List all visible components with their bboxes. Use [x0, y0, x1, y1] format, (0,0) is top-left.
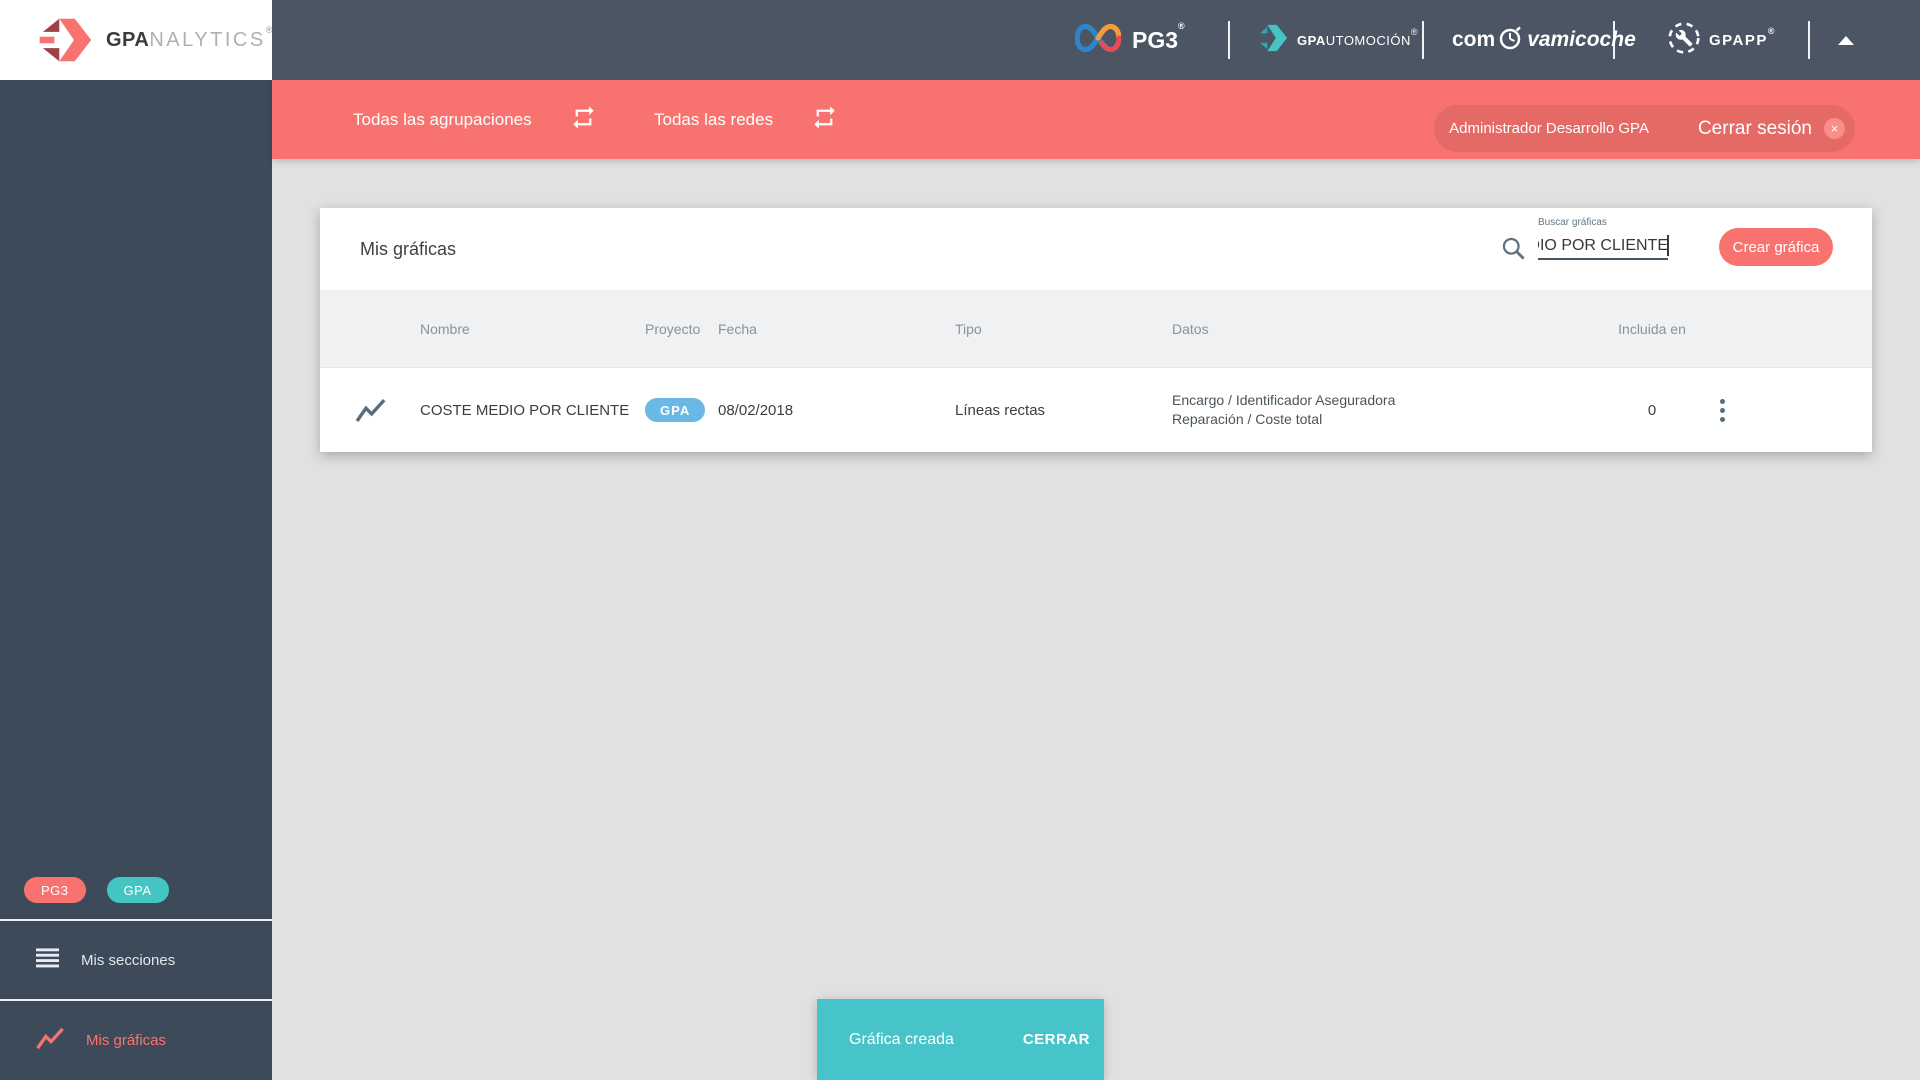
- collapse-topbar-button[interactable]: [1832, 30, 1860, 50]
- stopwatch-icon: [1499, 24, 1523, 57]
- row-menu-kebab-icon[interactable]: [1720, 398, 1740, 422]
- toast-close-button[interactable]: CERRAR: [1023, 1031, 1090, 1048]
- row-tipo: Líneas rectas: [955, 401, 1046, 419]
- gpautomocion-label: GPAUTOMOCIÓN®: [1297, 26, 1419, 48]
- sidebar-item-mis-secciones[interactable]: Mis secciones: [0, 921, 272, 999]
- col-header-nombre: Nombre: [420, 320, 470, 337]
- line-chart-icon: [355, 398, 386, 423]
- topbar-separator: [1808, 21, 1810, 59]
- topbar-separator: [1228, 21, 1230, 59]
- sidebar-badges: PG3 GPA: [24, 877, 169, 903]
- badge-gpa[interactable]: GPA: [106, 877, 169, 903]
- app-logo[interactable]: GPANALYTICS®: [0, 0, 272, 80]
- col-header-tipo: Tipo: [955, 320, 982, 337]
- badge-pg3[interactable]: PG3: [24, 877, 86, 903]
- brand-gpautomocion[interactable]: GPAUTOMOCIÓN®: [1258, 0, 1418, 80]
- comovamicoche-label-post: vamicoche: [1527, 28, 1636, 51]
- row-fecha: 08/02/2018: [718, 401, 794, 419]
- col-header-proyecto: Proyecto: [645, 320, 701, 337]
- line-chart-icon: [36, 1027, 64, 1054]
- comovamicoche-label-pre: com: [1452, 28, 1496, 51]
- menu-icon: [36, 948, 59, 972]
- page-title: Mis gráficas: [360, 238, 457, 259]
- toast-message: Gráfica creada: [849, 1030, 954, 1048]
- gpanalytics-wordmark: GPANALYTICS®: [106, 24, 273, 51]
- col-header-incluida-en: Incluida en: [1618, 320, 1686, 337]
- create-chart-button[interactable]: Crear gráfica: [1719, 228, 1833, 266]
- filter-groupings-label: Todas las agrupaciones: [353, 109, 532, 129]
- topbar-separator: [1422, 21, 1424, 59]
- col-header-fecha: Fecha: [718, 320, 757, 337]
- gpapp-label: GPAPP®: [1709, 25, 1777, 49]
- col-header-datos: Datos: [1172, 320, 1209, 337]
- logout-button[interactable]: Cerrar sesión: [1698, 118, 1812, 140]
- filter-groupings[interactable]: Todas las agrupaciones: [353, 80, 597, 159]
- row-incluida-en: 0: [1647, 401, 1657, 419]
- card-header: Mis gráficas Buscar gráficas COSTE MEDIO…: [320, 208, 1872, 290]
- sidebar-item-label: Mis secciones: [81, 951, 176, 969]
- row-nombre: COSTE MEDIO POR CLIENTE: [420, 401, 630, 419]
- sidebar-item-mis-graficas[interactable]: Mis gráficas: [0, 1001, 272, 1079]
- row-datos: Encargo / Identificador Aseguradora Repa…: [1172, 392, 1396, 427]
- row-proyecto-badge: GPA: [645, 398, 706, 422]
- logout-close-icon[interactable]: ×: [1824, 118, 1845, 139]
- pg3-infinity-icon: [1074, 22, 1122, 59]
- gpautomocion-arrow-icon: [1258, 23, 1288, 58]
- filter-networks[interactable]: Todas las redes: [654, 80, 838, 159]
- swap-icon[interactable]: [570, 104, 597, 136]
- brand-comovamicoche[interactable]: com vamicoche: [1452, 0, 1636, 80]
- user-session-pill: Administrador Desarrollo GPA Cerrar sesi…: [1434, 105, 1855, 152]
- table-row[interactable]: COSTE MEDIO POR CLIENTE GPA 08/02/2018 L…: [320, 368, 1872, 452]
- search-input-value: COSTE MEDIO POR CLIENTE: [1538, 237, 1668, 254]
- search-icon[interactable]: [1500, 235, 1527, 267]
- topbar: PG3® GPAUTOMOCIÓN® com vamicoche GPAPP®: [0, 0, 1920, 80]
- swap-icon[interactable]: [811, 104, 838, 136]
- table-header: Nombre Proyecto Fecha Tipo Datos Incluid…: [320, 290, 1872, 368]
- user-name: Administrador Desarrollo GPA: [1449, 120, 1649, 137]
- snackbar-toast: Gráfica creada CERRAR: [817, 999, 1104, 1080]
- sidebar-item-label: Mis gráficas: [86, 1031, 167, 1049]
- pg3-label: PG3®: [1132, 20, 1185, 53]
- gpapp-wrench-icon: [1666, 20, 1702, 61]
- search-input-label: Buscar gráficas: [1538, 217, 1607, 228]
- gpanalytics-arrow-icon: [38, 15, 92, 65]
- filter-networks-label: Todas las redes: [654, 109, 774, 129]
- filter-bar: Todas las agrupaciones Todas las redes A…: [272, 80, 1920, 159]
- chevron-up-icon: [1838, 35, 1854, 45]
- sidebar: PG3 GPA Mis secciones Mis gráficas: [0, 80, 272, 1080]
- brand-gpapp[interactable]: GPAPP®: [1666, 0, 1776, 80]
- charts-card: Mis gráficas Buscar gráficas COSTE MEDIO…: [320, 208, 1872, 452]
- text-cursor: [1667, 235, 1669, 256]
- search-input[interactable]: Buscar gráficas COSTE MEDIO POR CLIENTE: [1538, 217, 1669, 260]
- brand-pg3[interactable]: PG3®: [1074, 0, 1185, 80]
